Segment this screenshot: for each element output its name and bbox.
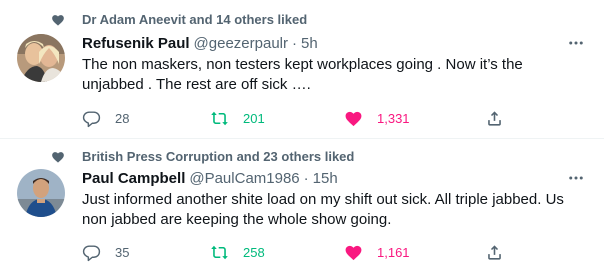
retweet-button[interactable]: 201 (210, 108, 265, 128)
reply-count: 28 (115, 110, 130, 126)
separator-dot: · (303, 169, 309, 187)
tweet-actions: 35 258 1,161 (82, 242, 512, 262)
tweet-header: Paul Campbell @PaulCam1986 · 15h (82, 168, 338, 188)
tweet-text: The non maskers, non testers kept workpl… (82, 56, 523, 93)
tweet-actions: 28 201 1,331 (82, 108, 512, 128)
heart-icon (52, 15, 64, 26)
like-button[interactable]: 1,331 (344, 108, 410, 128)
retweet-count: 201 (243, 110, 265, 126)
avatar-image (17, 169, 65, 217)
display-name[interactable]: Refusenik Paul (82, 35, 190, 52)
avatar[interactable] (17, 169, 65, 217)
more-button[interactable] (566, 168, 586, 188)
more-icon (569, 41, 583, 45)
retweet-button[interactable]: 258 (210, 242, 265, 262)
share-button[interactable] (485, 242, 504, 262)
user-handle[interactable]: @PaulCam1986 (189, 170, 299, 187)
like-count: 1,331 (377, 110, 410, 126)
social-context-text[interactable]: British Press Corruption and 23 others l… (82, 149, 354, 164)
retweet-icon (211, 111, 228, 125)
share-icon (488, 110, 501, 126)
retweet-count: 258 (243, 244, 265, 260)
reply-icon (82, 110, 101, 127)
heart-icon (52, 152, 64, 163)
reply-button[interactable]: 35 (82, 242, 129, 262)
more-button[interactable] (566, 33, 586, 53)
tweet-header: Refusenik Paul @geezerpaulr · 5h (82, 33, 318, 53)
heart-icon (345, 245, 362, 260)
tweet[interactable]: British Press Corruption and 23 others l… (0, 139, 604, 274)
separator-dot: · (292, 34, 297, 52)
timestamp[interactable]: 5h (301, 35, 318, 52)
tweet[interactable]: Dr Adam Aneevit and 14 others liked Refu… (0, 0, 604, 139)
reply-count: 35 (115, 244, 130, 260)
user-handle[interactable]: @geezerpaulr (194, 35, 288, 52)
like-button[interactable]: 1,161 (344, 242, 410, 262)
avatar[interactable] (17, 34, 65, 82)
display-name[interactable]: Paul Campbell (82, 170, 185, 187)
heart-icon (345, 111, 362, 126)
timeline-feed: Dr Adam Aneevit and 14 others liked Refu… (0, 0, 604, 274)
share-icon (488, 244, 501, 260)
reply-button[interactable]: 28 (82, 108, 129, 128)
retweet-icon (211, 245, 228, 259)
more-icon (569, 176, 583, 180)
like-count: 1,161 (377, 244, 410, 260)
tweet-text: Just informed another shite load on my s… (82, 191, 564, 228)
social-context-text[interactable]: Dr Adam Aneevit and 14 others liked (82, 12, 307, 27)
reply-icon (82, 244, 101, 261)
avatar-image (17, 34, 65, 82)
share-button[interactable] (485, 108, 504, 128)
timestamp[interactable]: 15h (313, 170, 338, 187)
